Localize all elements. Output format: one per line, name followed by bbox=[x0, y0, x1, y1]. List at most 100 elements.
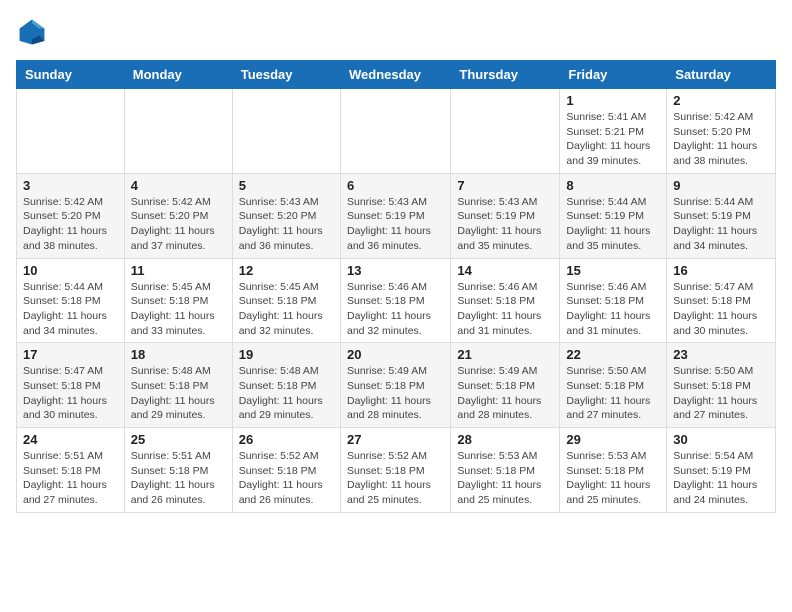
day-number: 3 bbox=[23, 178, 118, 193]
calendar-cell: 21 Sunrise: 5:49 AM Sunset: 5:18 PM Dayli… bbox=[451, 343, 560, 428]
calendar-cell: 22 Sunrise: 5:50 AM Sunset: 5:18 PM Dayli… bbox=[560, 343, 667, 428]
day-number: 8 bbox=[566, 178, 660, 193]
day-info: Sunrise: 5:53 AM Sunset: 5:18 PM Dayligh… bbox=[457, 449, 553, 508]
page-header bbox=[16, 16, 776, 48]
calendar-cell: 15 Sunrise: 5:46 AM Sunset: 5:18 PM Dayli… bbox=[560, 258, 667, 343]
calendar-cell: 14 Sunrise: 5:46 AM Sunset: 5:18 PM Dayli… bbox=[451, 258, 560, 343]
day-info: Sunrise: 5:43 AM Sunset: 5:19 PM Dayligh… bbox=[457, 195, 553, 254]
day-info: Sunrise: 5:49 AM Sunset: 5:18 PM Dayligh… bbox=[457, 364, 553, 423]
day-number: 14 bbox=[457, 263, 553, 278]
calendar-cell: 11Sunrise: 5:45 AM Sunset: 5:18 PM Dayli… bbox=[124, 258, 232, 343]
calendar-cell: 7 Sunrise: 5:43 AM Sunset: 5:19 PM Daylig… bbox=[451, 173, 560, 258]
weekday-header: Friday bbox=[560, 61, 667, 89]
day-info: Sunrise: 5:44 AM Sunset: 5:19 PM Dayligh… bbox=[673, 195, 769, 254]
weekday-header: Thursday bbox=[451, 61, 560, 89]
calendar-cell bbox=[17, 89, 125, 174]
day-info: Sunrise: 5:46 AM Sunset: 5:18 PM Dayligh… bbox=[457, 280, 553, 339]
day-info: Sunrise: 5:49 AM Sunset: 5:18 PM Dayligh… bbox=[347, 364, 444, 423]
weekday-header: Wednesday bbox=[340, 61, 450, 89]
calendar-cell: 3 Sunrise: 5:42 AM Sunset: 5:20 PM Daylig… bbox=[17, 173, 125, 258]
calendar-cell: 16 Sunrise: 5:47 AM Sunset: 5:18 PM Dayli… bbox=[667, 258, 776, 343]
day-number: 10 bbox=[23, 263, 118, 278]
weekday-header: Monday bbox=[124, 61, 232, 89]
calendar-cell: 12 Sunrise: 5:45 AM Sunset: 5:18 PM Dayli… bbox=[232, 258, 340, 343]
calendar-cell: 20 Sunrise: 5:49 AM Sunset: 5:18 PM Dayli… bbox=[340, 343, 450, 428]
day-info: Sunrise: 5:47 AM Sunset: 5:18 PM Dayligh… bbox=[673, 280, 769, 339]
day-number: 26 bbox=[239, 432, 334, 447]
day-info: Sunrise: 5:53 AM Sunset: 5:18 PM Dayligh… bbox=[566, 449, 660, 508]
day-info: Sunrise: 5:54 AM Sunset: 5:19 PM Dayligh… bbox=[673, 449, 769, 508]
day-info: Sunrise: 5:51 AM Sunset: 5:18 PM Dayligh… bbox=[131, 449, 226, 508]
day-info: Sunrise: 5:50 AM Sunset: 5:18 PM Dayligh… bbox=[673, 364, 769, 423]
day-number: 5 bbox=[239, 178, 334, 193]
calendar-header-row: SundayMondayTuesdayWednesdayThursdayFrid… bbox=[17, 61, 776, 89]
day-info: Sunrise: 5:47 AM Sunset: 5:18 PM Dayligh… bbox=[23, 364, 118, 423]
day-number: 18 bbox=[131, 347, 226, 362]
weekday-header: Sunday bbox=[17, 61, 125, 89]
calendar-cell: 10 Sunrise: 5:44 AM Sunset: 5:18 PM Dayli… bbox=[17, 258, 125, 343]
day-number: 17 bbox=[23, 347, 118, 362]
day-info: Sunrise: 5:48 AM Sunset: 5:18 PM Dayligh… bbox=[239, 364, 334, 423]
day-number: 28 bbox=[457, 432, 553, 447]
calendar-week-row: 17 Sunrise: 5:47 AM Sunset: 5:18 PM Dayli… bbox=[17, 343, 776, 428]
calendar-week-row: 24 Sunrise: 5:51 AM Sunset: 5:18 PM Dayli… bbox=[17, 428, 776, 513]
day-number: 27 bbox=[347, 432, 444, 447]
day-number: 15 bbox=[566, 263, 660, 278]
day-number: 16 bbox=[673, 263, 769, 278]
calendar-cell: 6 Sunrise: 5:43 AM Sunset: 5:19 PM Daylig… bbox=[340, 173, 450, 258]
calendar-cell: 2Sunrise: 5:42 AM Sunset: 5:20 PM Daylig… bbox=[667, 89, 776, 174]
logo-icon bbox=[16, 16, 48, 48]
calendar-cell: 28 Sunrise: 5:53 AM Sunset: 5:18 PM Dayli… bbox=[451, 428, 560, 513]
calendar-cell bbox=[340, 89, 450, 174]
day-info: Sunrise: 5:46 AM Sunset: 5:18 PM Dayligh… bbox=[347, 280, 444, 339]
day-number: 20 bbox=[347, 347, 444, 362]
day-info: Sunrise: 5:42 AM Sunset: 5:20 PM Dayligh… bbox=[131, 195, 226, 254]
day-number: 22 bbox=[566, 347, 660, 362]
calendar-cell: 17 Sunrise: 5:47 AM Sunset: 5:18 PM Dayli… bbox=[17, 343, 125, 428]
calendar-cell: 1 Sunrise: 5:41 AM Sunset: 5:21 PM Daylig… bbox=[560, 89, 667, 174]
day-info: Sunrise: 5:43 AM Sunset: 5:19 PM Dayligh… bbox=[347, 195, 444, 254]
day-number: 13 bbox=[347, 263, 444, 278]
calendar-cell bbox=[451, 89, 560, 174]
calendar-cell: 27 Sunrise: 5:52 AM Sunset: 5:18 PM Dayli… bbox=[340, 428, 450, 513]
day-number: 12 bbox=[239, 263, 334, 278]
day-info: Sunrise: 5:46 AM Sunset: 5:18 PM Dayligh… bbox=[566, 280, 660, 339]
day-number: 21 bbox=[457, 347, 553, 362]
day-number: 7 bbox=[457, 178, 553, 193]
day-info: Sunrise: 5:51 AM Sunset: 5:18 PM Dayligh… bbox=[23, 449, 118, 508]
day-number: 23 bbox=[673, 347, 769, 362]
day-number: 6 bbox=[347, 178, 444, 193]
day-info: Sunrise: 5:48 AM Sunset: 5:18 PM Dayligh… bbox=[131, 364, 226, 423]
calendar-week-row: 1 Sunrise: 5:41 AM Sunset: 5:21 PM Daylig… bbox=[17, 89, 776, 174]
day-info: Sunrise: 5:42 AM Sunset: 5:20 PM Dayligh… bbox=[23, 195, 118, 254]
day-number: 25 bbox=[131, 432, 226, 447]
calendar-cell: 29Sunrise: 5:53 AM Sunset: 5:18 PM Dayli… bbox=[560, 428, 667, 513]
day-number: 9 bbox=[673, 178, 769, 193]
day-info: Sunrise: 5:44 AM Sunset: 5:18 PM Dayligh… bbox=[23, 280, 118, 339]
logo bbox=[16, 16, 52, 48]
weekday-header: Saturday bbox=[667, 61, 776, 89]
calendar-cell: 30 Sunrise: 5:54 AM Sunset: 5:19 PM Dayli… bbox=[667, 428, 776, 513]
calendar-cell: 24 Sunrise: 5:51 AM Sunset: 5:18 PM Dayli… bbox=[17, 428, 125, 513]
weekday-header: Tuesday bbox=[232, 61, 340, 89]
day-info: Sunrise: 5:52 AM Sunset: 5:18 PM Dayligh… bbox=[239, 449, 334, 508]
calendar-cell: 23 Sunrise: 5:50 AM Sunset: 5:18 PM Dayli… bbox=[667, 343, 776, 428]
day-info: Sunrise: 5:41 AM Sunset: 5:21 PM Dayligh… bbox=[566, 110, 660, 169]
day-info: Sunrise: 5:52 AM Sunset: 5:18 PM Dayligh… bbox=[347, 449, 444, 508]
calendar-cell bbox=[232, 89, 340, 174]
calendar-cell: 18 Sunrise: 5:48 AM Sunset: 5:18 PM Dayli… bbox=[124, 343, 232, 428]
day-number: 24 bbox=[23, 432, 118, 447]
day-info: Sunrise: 5:43 AM Sunset: 5:20 PM Dayligh… bbox=[239, 195, 334, 254]
calendar-cell: 19Sunrise: 5:48 AM Sunset: 5:18 PM Dayli… bbox=[232, 343, 340, 428]
day-number: 4 bbox=[131, 178, 226, 193]
day-number: 1 bbox=[566, 93, 660, 108]
calendar-cell: 8 Sunrise: 5:44 AM Sunset: 5:19 PM Daylig… bbox=[560, 173, 667, 258]
calendar-week-row: 3 Sunrise: 5:42 AM Sunset: 5:20 PM Daylig… bbox=[17, 173, 776, 258]
day-number: 30 bbox=[673, 432, 769, 447]
calendar-week-row: 10 Sunrise: 5:44 AM Sunset: 5:18 PM Dayli… bbox=[17, 258, 776, 343]
calendar-cell: 26 Sunrise: 5:52 AM Sunset: 5:18 PM Dayli… bbox=[232, 428, 340, 513]
day-info: Sunrise: 5:45 AM Sunset: 5:18 PM Dayligh… bbox=[239, 280, 334, 339]
day-info: Sunrise: 5:50 AM Sunset: 5:18 PM Dayligh… bbox=[566, 364, 660, 423]
calendar-cell: 25 Sunrise: 5:51 AM Sunset: 5:18 PM Dayli… bbox=[124, 428, 232, 513]
day-info: Sunrise: 5:44 AM Sunset: 5:19 PM Dayligh… bbox=[566, 195, 660, 254]
